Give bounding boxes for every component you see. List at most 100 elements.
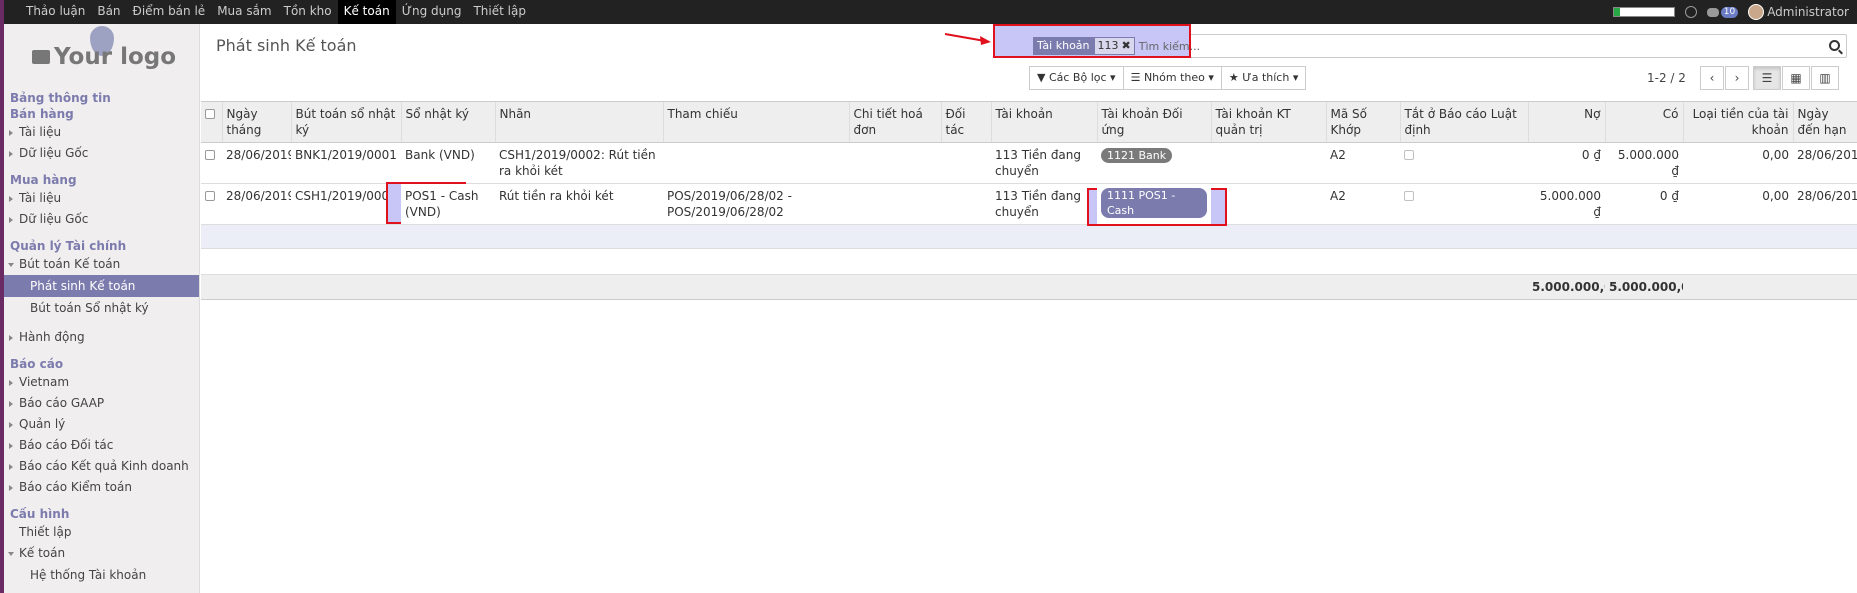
col-account[interactable]: Tài khoản: [991, 102, 1098, 143]
empty-row: [201, 224, 1857, 249]
sidebar-item-journal-items[interactable]: Phát sinh Kế toán: [4, 275, 199, 297]
main-content: Phát sinh Kế toán Tài khoản 113 ✖ Tìm kiế…: [201, 24, 1857, 593]
totals-row: 5.000.000,00 5.000.000,00: [201, 274, 1857, 300]
sidebar-item-setup[interactable]: Thiết lập: [4, 522, 199, 543]
list-icon: ☰: [1761, 71, 1773, 85]
menu-discuss[interactable]: Thảo luận: [20, 0, 91, 24]
caret-down-icon: ▾: [1110, 71, 1116, 84]
filters-button[interactable]: ▼ Các Bộ lọc ▾: [1029, 66, 1124, 90]
sidebar-item-audit[interactable]: Báo cáo Kiểm toán: [4, 477, 199, 498]
counterpart-tag: 1121 Bank: [1101, 148, 1173, 163]
sidebar-item-journal-entries[interactable]: Bút toán Kế toán: [4, 254, 199, 275]
select-all-checkbox[interactable]: [201, 102, 223, 143]
cell-date: 28/06/2019: [222, 183, 291, 225]
total-credit: 5.000.000,00: [1605, 274, 1683, 300]
sidebar-item-sales-docs[interactable]: Tài liệu: [4, 122, 199, 143]
sidebar-item-journal-entries-sub[interactable]: Bút toán Sổ nhật ký: [4, 297, 199, 319]
cell-matching: A2: [1326, 142, 1400, 184]
journal-items-table: Ngày tháng Bút toán sổ nhật ký Sổ nhật k…: [201, 102, 1857, 300]
sidebar-item-purchase-master[interactable]: Dữ liệu Gốc: [4, 209, 199, 230]
chat-button[interactable]: 10: [1706, 6, 1739, 18]
menu-inventory[interactable]: Tồn kho: [278, 0, 338, 24]
progress-fill: [1613, 8, 1620, 16]
total-debit: 5.000.000,00: [1528, 274, 1605, 300]
sidebar-item-sales-master[interactable]: Dữ liệu Gốc: [4, 143, 199, 164]
col-statutory[interactable]: Tắt ở Báo cáo Luật định: [1400, 102, 1529, 143]
row-checkbox[interactable]: [201, 183, 222, 225]
caret-right-icon: [9, 217, 13, 223]
col-currency[interactable]: Loại tiền của tài khoản: [1683, 102, 1794, 143]
col-label[interactable]: Nhãn: [495, 102, 664, 143]
cell-account: 113 Tiền đang chuyển: [991, 142, 1097, 184]
sidebar-head-dashboard[interactable]: Bảng thông tin: [4, 90, 199, 106]
sidebar-item-chart-of-accounts[interactable]: Hệ thống Tài khoản: [4, 564, 199, 586]
table-header-row: Ngày tháng Bút toán sổ nhật ký Sổ nhật k…: [201, 102, 1857, 143]
cell-credit: 5.000.000 ₫: [1605, 142, 1683, 184]
col-journal-entry[interactable]: Bút toán sổ nhật ký: [291, 102, 402, 143]
col-debit[interactable]: Nợ: [1528, 102, 1606, 143]
facet-remove-icon[interactable]: ✖: [1122, 39, 1131, 52]
col-partner[interactable]: Đối tác: [941, 102, 992, 143]
cell-counterpart: 1111 POS1 - Cash: [1097, 183, 1211, 225]
list-view-button[interactable]: ☰: [1753, 66, 1781, 90]
cell-matching: A2: [1326, 183, 1400, 225]
col-counterpart[interactable]: Tài khoản Đối ứng: [1097, 102, 1212, 143]
cell-date: 28/06/2019: [222, 142, 291, 184]
company-logo[interactable]: Your logo: [4, 24, 199, 90]
statutory-checkbox: [1404, 191, 1414, 201]
user-name: Administrator: [1767, 5, 1849, 19]
bar-chart-icon: ▥: [1819, 71, 1831, 85]
col-matching[interactable]: Mã Số Khớp: [1326, 102, 1401, 143]
activity-clock-icon[interactable]: [1684, 6, 1697, 18]
menu-pos[interactable]: Điểm bán lẻ: [127, 0, 212, 24]
cell-journal-entry: BNK1/2019/0001: [291, 142, 401, 184]
group-by-button[interactable]: ☰ Nhóm theo ▾: [1122, 66, 1222, 90]
pager-previous-button[interactable]: ‹: [1700, 66, 1724, 90]
sidebar-item-gaap[interactable]: Báo cáo GAAP: [4, 393, 199, 414]
menu-apps[interactable]: Ứng dụng: [396, 0, 468, 24]
sidebar-item-vietnam[interactable]: Vietnam: [4, 372, 199, 393]
menu-accounting[interactable]: Kế toán: [337, 0, 396, 24]
cell-invoice-detail: [849, 142, 941, 184]
caret-right-icon: [9, 422, 13, 428]
sidebar-item-partner-reports[interactable]: Báo cáo Đối tác: [4, 435, 199, 456]
onboarding-progress-bar[interactable]: [1612, 7, 1675, 17]
sidebar-item-management[interactable]: Quản lý: [4, 414, 199, 435]
pivot-view-button[interactable]: ▦: [1782, 66, 1810, 90]
menu-purchase[interactable]: Mua sắm: [211, 0, 277, 24]
pager-next-button[interactable]: ›: [1725, 66, 1749, 90]
col-reference[interactable]: Tham chiếu: [663, 102, 850, 143]
table-row[interactable]: 28/06/2019 BNK1/2019/0001 Bank (VND) CSH…: [201, 142, 1857, 184]
caret-right-icon: [9, 130, 13, 136]
caret-down-icon: ▾: [1292, 71, 1299, 84]
cell-partner: [941, 183, 991, 225]
col-date[interactable]: Ngày tháng: [222, 102, 292, 143]
table-row[interactable]: 28/06/2019 CSH1/2019/0002 POS1 - Cash (V…: [201, 183, 1857, 225]
row-checkbox[interactable]: [201, 142, 222, 184]
cell-journal: Bank (VND): [401, 142, 495, 184]
sidebar-item-purchase-docs[interactable]: Tài liệu: [4, 188, 199, 209]
sidebar-head-finance: Quản lý Tài chính: [10, 239, 127, 253]
user-menu[interactable]: Administrator: [1748, 4, 1849, 20]
col-due-date[interactable]: Ngày đến hạn: [1793, 102, 1857, 143]
col-journal[interactable]: Sổ nhật ký: [401, 102, 496, 143]
graph-view-button[interactable]: ▥: [1811, 66, 1839, 90]
menu-sales[interactable]: Bán: [91, 0, 126, 24]
sidebar-item-actions[interactable]: Hành động: [4, 327, 199, 348]
sidebar-head-config: Cấu hình: [10, 507, 70, 521]
search-icon[interactable]: [1829, 40, 1840, 51]
chat-count-badge: 10: [1720, 6, 1739, 18]
search-input[interactable]: Tìm kiếm...: [1139, 40, 1200, 53]
control-panel: Phát sinh Kế toán Tài khoản 113 ✖ Tìm kiế…: [201, 24, 1857, 102]
col-credit[interactable]: Có: [1605, 102, 1684, 143]
empty-row: [201, 248, 1857, 275]
sidebar-head-sales: Bán hàng: [10, 107, 74, 121]
col-analytic[interactable]: Tài khoản KT quản trị: [1211, 102, 1327, 143]
chat-bubble-icon: [1706, 7, 1719, 17]
menu-settings[interactable]: Thiết lập: [467, 0, 531, 24]
sidebar-item-pnl[interactable]: Báo cáo Kết quả Kinh doanh: [4, 456, 199, 477]
pager-value[interactable]: 1-2 / 2: [1647, 71, 1686, 85]
favorites-button[interactable]: ★ Ưa thích ▾: [1220, 66, 1307, 90]
col-invoice-detail[interactable]: Chi tiết hoá đơn: [849, 102, 942, 143]
sidebar-item-config-accounting[interactable]: Kế toán: [4, 543, 199, 564]
